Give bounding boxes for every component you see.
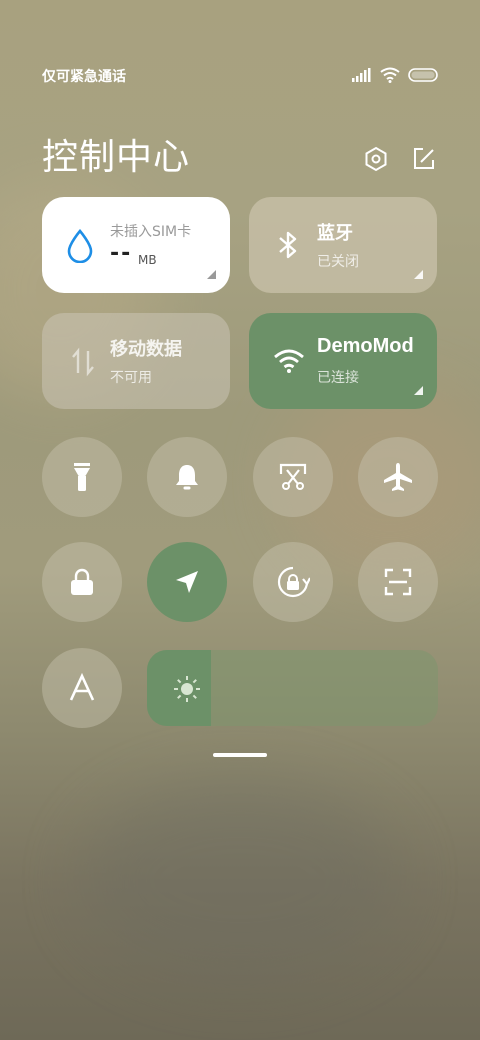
data-usage-tile[interactable]: 未插入SIM卡 -- MB: [42, 197, 230, 293]
expand-corner-icon: [414, 270, 423, 279]
bluetooth-icon: [279, 231, 297, 259]
water-drop-icon: [67, 229, 93, 263]
edit-icon[interactable]: [411, 146, 437, 172]
scan-icon: [384, 568, 412, 596]
screenshot-toggle[interactable]: [253, 437, 333, 517]
location-icon: [176, 571, 198, 593]
status-bar: 仅可紧急通话: [42, 66, 438, 86]
lock-toggle[interactable]: [42, 542, 122, 622]
expand-corner-icon: [414, 386, 423, 395]
background-blur: [80, 780, 400, 980]
screenshot-icon: [279, 463, 307, 490]
mobile-data-tile[interactable]: 移动数据 不可用: [42, 313, 230, 409]
brightness-icon: [174, 676, 200, 702]
lock-icon: [71, 568, 93, 595]
mobile-data-icon: [72, 347, 94, 377]
battery-icon: [408, 68, 438, 82]
location-toggle[interactable]: [147, 542, 227, 622]
bluetooth-status: 已关闭: [317, 254, 359, 270]
sim-status-label: 未插入SIM卡: [110, 224, 192, 240]
scan-toggle[interactable]: [358, 542, 438, 622]
data-usage-value: --: [110, 241, 133, 266]
font-toggle[interactable]: [42, 648, 122, 728]
home-indicator[interactable]: [213, 753, 267, 757]
wifi-icon: [380, 67, 400, 83]
flashlight-icon: [74, 463, 90, 491]
mobile-data-label: 移动数据: [110, 339, 182, 360]
page-title: 控制中心: [42, 137, 191, 178]
expand-corner-icon: [207, 270, 216, 279]
flashlight-toggle[interactable]: [42, 437, 122, 517]
brightness-slider[interactable]: [147, 650, 438, 726]
mobile-data-status: 不可用: [110, 370, 152, 386]
carrier-text: 仅可紧急通话: [42, 69, 126, 85]
bell-toggle[interactable]: [147, 437, 227, 517]
rotation-lock-toggle[interactable]: [253, 542, 333, 622]
wifi-tile[interactable]: DemoMod 已连接: [249, 313, 437, 409]
airplane-icon: [384, 463, 412, 491]
rotation-lock-icon: [277, 566, 310, 598]
data-usage-unit: MB: [138, 253, 157, 267]
signal-icon: [352, 68, 371, 82]
font-a-icon: [69, 673, 95, 701]
bell-icon: [176, 465, 198, 490]
wifi-network-name: DemoMod: [317, 335, 414, 357]
settings-icon[interactable]: [363, 146, 389, 172]
bluetooth-label: 蓝牙: [317, 223, 353, 244]
airplane-toggle[interactable]: [358, 437, 438, 517]
wifi-status: 已连接: [317, 370, 359, 386]
wifi-icon: [274, 349, 304, 373]
bluetooth-tile[interactable]: 蓝牙 已关闭: [249, 197, 437, 293]
